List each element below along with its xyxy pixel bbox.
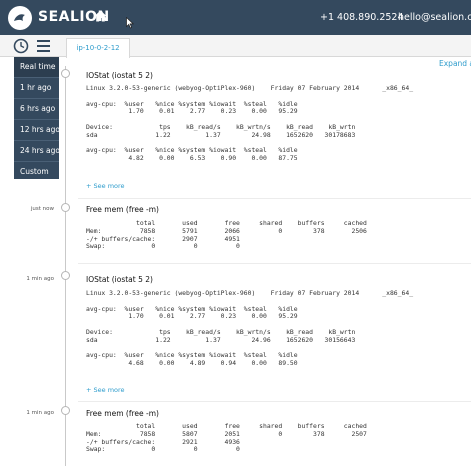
time-option-real-time[interactable]: Real time <box>14 57 59 77</box>
entry-divider <box>78 263 471 264</box>
entry-divider <box>78 198 471 199</box>
timeline-node <box>61 203 70 212</box>
command-output: total used free shared buffers cached Me… <box>86 219 367 251</box>
host-tab[interactable]: ip-10-0-2-12 <box>66 38 130 58</box>
time-option-12-hrs[interactable]: 12 hrs ago <box>14 120 60 140</box>
see-more-link[interactable]: + See more <box>86 182 125 190</box>
entry-title: Free mem (free -m) <box>86 205 159 214</box>
timestamp: just now <box>30 206 54 212</box>
command-output: total used free shared buffers cached Me… <box>86 422 367 454</box>
entry-title: IOStat (iostat 5 2) <box>86 275 153 284</box>
mouse-cursor-icon <box>126 17 134 29</box>
timeline-node <box>61 406 70 415</box>
time-option-6-hrs[interactable]: 6 hrs ago <box>14 99 59 119</box>
entry-divider <box>78 401 471 402</box>
time-option-1-hr[interactable]: 1 hr ago <box>14 78 59 98</box>
time-range-dropdown: Real time 1 hr ago 6 hrs ago 12 hrs ago … <box>14 57 60 182</box>
timeline-node <box>61 271 70 280</box>
timeline-node <box>61 69 70 78</box>
time-option-24-hrs[interactable]: 24 hrs ago <box>14 141 60 161</box>
phone-number: +1 408.890.2524 <box>320 12 404 23</box>
command-output: Linux 3.2.0-53-generic (webyog-OptiPlex-… <box>86 289 414 368</box>
hamburger-menu-icon[interactable] <box>37 40 50 52</box>
clock-icon[interactable] <box>13 38 29 54</box>
sealion-logo-icon[interactable] <box>8 6 32 30</box>
entry-title: IOStat (iostat 5 2) <box>86 71 153 80</box>
expand-all-link[interactable]: Expand all <box>439 59 471 68</box>
time-option-custom[interactable]: Custom <box>14 162 59 182</box>
see-more-link[interactable]: + See more <box>86 386 125 394</box>
timestamp: 1 min ago <box>26 410 54 416</box>
top-navbar: SEALION +1 408.890.2524 hello@sealion.co… <box>0 0 471 35</box>
entry-title: Free mem (free -m) <box>86 409 159 418</box>
timestamp: 1 min ago <box>26 276 54 282</box>
command-output: Linux 3.2.0-53-generic (webyog-OptiPlex-… <box>86 84 414 163</box>
home-icon[interactable] <box>94 10 107 22</box>
email-link[interactable]: hello@sealion.com <box>398 12 471 23</box>
